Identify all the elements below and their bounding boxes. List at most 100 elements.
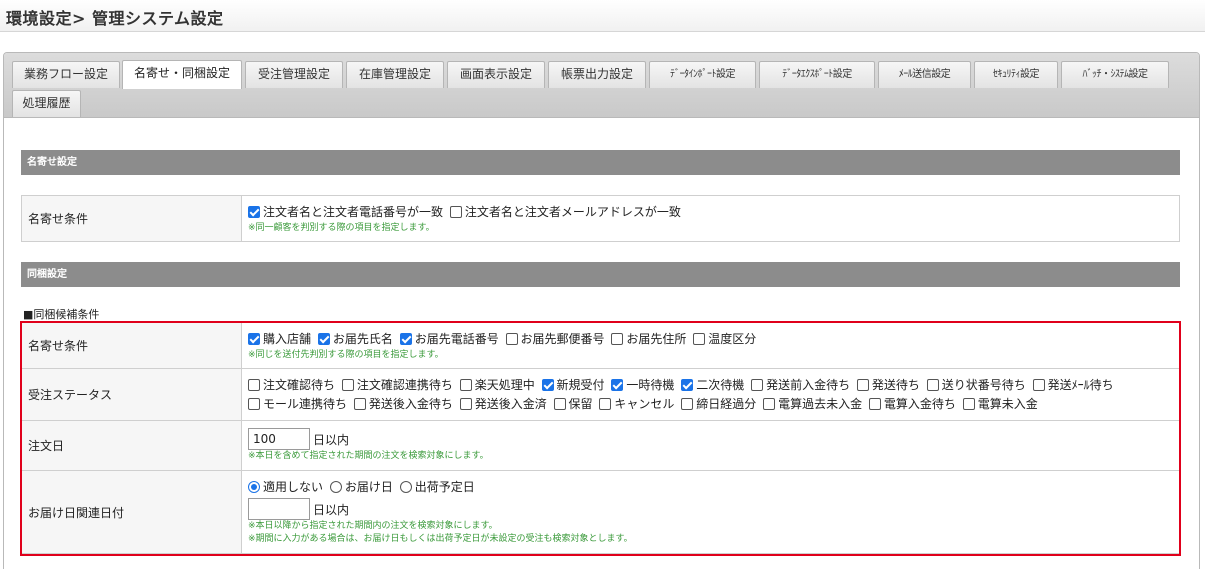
doukon-subsection-title: ■同梱候補条件 [23, 308, 100, 321]
delivery-date-value: 適用しない お届け日 出荷予定日 日以内 ※本日以降から指定された期間内の注文を… [241, 470, 1180, 554]
nayose-section-header: 名寄せ設定 [21, 150, 1180, 175]
radio-option-delivery-date[interactable]: お届け日 [329, 478, 393, 497]
nayose-condition-row: 名寄せ条件 注文者名と注文者電話番号が一致 注文者名と注文者メールアドレスが一致… [21, 195, 1180, 242]
tab-form-output[interactable]: 帳票出力設定 [548, 61, 646, 88]
checkbox-unchecked[interactable] [248, 378, 260, 391]
radio-option-ship-date[interactable]: 出荷予定日 [399, 478, 475, 497]
tab-mail-send[interactable]: ﾒｰﾙ送信設定 [878, 61, 971, 88]
checkbox-unchecked[interactable] [248, 397, 260, 410]
checkbox-unchecked[interactable] [926, 378, 939, 391]
doukon-option-store[interactable]: 購入店舗 [248, 330, 311, 349]
tab-data-export[interactable]: ﾃﾞｰﾀｴｸｽﾎﾟｰﾄ設定 [759, 61, 875, 88]
status-option[interactable]: モール連携待ち [248, 395, 347, 414]
delivery-date-note-2: ※期間に入力がある場合は、お届け日もしくは出荷予定日が未設定の受注も検索対象とし… [248, 534, 633, 544]
nayose-condition-label: 名寄せ条件 [21, 195, 242, 242]
doukon-option-address[interactable]: お届先住所 [611, 330, 686, 349]
checkbox-checked[interactable] [611, 378, 624, 391]
radio-selected[interactable] [248, 481, 260, 493]
status-option[interactable]: 締日経過分 [681, 395, 756, 414]
tab-security[interactable]: ｾｷｭﾘﾃｨ設定 [974, 61, 1058, 88]
status-option[interactable]: 発送後入金待ち [353, 395, 453, 414]
doukon-order-date-row: 注文日 100 日以内 ※本日を含めて指定された期間の注文を検索対象にします。 [21, 420, 1180, 471]
checkbox-checked[interactable] [248, 205, 260, 218]
checkbox-unchecked[interactable] [681, 397, 694, 410]
order-date-label: 注文日 [21, 420, 242, 471]
checkbox-unchecked[interactable] [856, 378, 869, 391]
status-option[interactable]: 新規受付 [541, 376, 605, 395]
delivery-date-note-1: ※本日以降から指定された期間内の注文を検索対象にします。 [248, 521, 498, 531]
doukon-condition-label: 名寄せ条件 [21, 322, 242, 369]
page-title: 環境設定> 管理システム設定 [6, 9, 224, 28]
status-option[interactable]: 楽天処理中 [459, 376, 535, 395]
tab-batch-system[interactable]: ﾊﾞｯﾁ・ｼｽﾃﾑ設定 [1061, 61, 1169, 88]
doukon-condition-note: ※同じを送付先判別する際の項目を指定します。 [248, 349, 444, 360]
checkbox-unchecked[interactable] [341, 378, 354, 391]
nayose-option-email[interactable]: 注文者名と注文者メールアドレスが一致 [449, 203, 681, 222]
status-option[interactable]: 電算入金待ち [868, 395, 956, 414]
doukon-option-phone[interactable]: お届先電話番号 [399, 330, 499, 349]
checkbox-checked[interactable] [317, 332, 330, 345]
checkbox-unchecked[interactable] [505, 332, 518, 345]
checkbox-checked[interactable] [541, 378, 554, 391]
checkbox-unchecked[interactable] [693, 332, 706, 345]
status-option[interactable]: キャンセル [599, 395, 674, 414]
radio-unselected[interactable] [329, 481, 342, 493]
status-option[interactable]: 発送前入金待ち [751, 376, 850, 395]
checkbox-checked[interactable] [248, 332, 260, 345]
tab-processing-history[interactable]: 処理履歴 [12, 90, 81, 117]
status-option[interactable]: 送り状番号待ち [926, 376, 1026, 395]
checkbox-unchecked[interactable] [449, 205, 462, 218]
doukon-status-label: 受注ステータス [21, 368, 242, 421]
tab-nayose-doukon[interactable]: 名寄せ・同梱設定 [122, 60, 242, 89]
checkbox-unchecked[interactable] [459, 378, 472, 391]
nayose-option-phone[interactable]: 注文者名と注文者電話番号が一致 [248, 203, 443, 222]
nayose-note: ※同一顧客を判別する際の項目を指定します。 [248, 222, 435, 233]
nayose-condition-value: 注文者名と注文者電話番号が一致 注文者名と注文者メールアドレスが一致 ※同一顧客… [241, 195, 1180, 242]
radio-option-not-applied[interactable]: 適用しない [248, 478, 323, 497]
checkbox-checked[interactable] [681, 378, 694, 391]
checkbox-unchecked[interactable] [1032, 378, 1045, 391]
status-option[interactable]: 二次待機 [681, 376, 744, 395]
delivery-date-days-input[interactable] [248, 498, 310, 520]
checkbox-unchecked[interactable] [553, 397, 566, 410]
checkbox-unchecked[interactable] [353, 397, 366, 410]
status-option[interactable]: 発送待ち [856, 376, 920, 395]
checkbox-unchecked[interactable] [611, 332, 624, 345]
status-option[interactable]: 電算過去未入金 [763, 395, 862, 414]
checkbox-unchecked[interactable] [459, 397, 472, 410]
tab-business-flow[interactable]: 業務フロー設定 [12, 61, 120, 88]
delivery-date-unit: 日以内 [313, 502, 350, 517]
checkbox-unchecked[interactable] [763, 397, 776, 410]
checkbox-unchecked[interactable] [868, 397, 881, 410]
doukon-section-header: 同梱設定 [21, 262, 1180, 287]
tab-data-import[interactable]: ﾃﾞｰﾀｲﾝﾎﾟｰﾄ設定 [649, 61, 756, 88]
doukon-condition-value: 購入店舗 お届先氏名 お届先電話番号 お届先郵便番号 お届先住所 温度区分 ※同… [241, 322, 1180, 369]
checkbox-unchecked[interactable] [962, 397, 975, 410]
status-option[interactable]: 発送ﾒｰﾙ待ち [1032, 376, 1114, 395]
order-date-note: ※本日を含めて指定された期間の注文を検索対象にします。 [248, 451, 489, 461]
checkbox-unchecked[interactable] [599, 397, 612, 410]
status-option[interactable]: 一時待機 [611, 376, 674, 395]
tab-screen-display[interactable]: 画面表示設定 [447, 61, 545, 88]
doukon-table: 名寄せ条件 購入店舗 お届先氏名 お届先電話番号 お届先郵便番号 お届先住所 温… [21, 322, 1180, 554]
doukon-option-temperature[interactable]: 温度区分 [693, 330, 756, 349]
doukon-option-name[interactable]: お届先氏名 [317, 330, 393, 349]
tab-inventory-management[interactable]: 在庫管理設定 [346, 61, 444, 88]
order-date-unit: 日以内 [313, 432, 350, 447]
status-option[interactable]: 注文確認連携待ち [341, 376, 453, 395]
checkbox-unchecked[interactable] [751, 378, 764, 391]
order-date-days-input[interactable]: 100 [248, 428, 310, 450]
doukon-status-value: 注文確認待ち 注文確認連携待ち 楽天処理中 新規受付 一時待機 二次待機 発送前… [241, 368, 1180, 421]
nayose-table: 名寄せ条件 注文者名と注文者電話番号が一致 注文者名と注文者メールアドレスが一致… [21, 195, 1180, 242]
doukon-condition-row: 名寄せ条件 購入店舗 お届先氏名 お届先電話番号 お届先郵便番号 お届先住所 温… [21, 322, 1180, 369]
doukon-option-zip[interactable]: お届先郵便番号 [505, 330, 605, 349]
status-option[interactable]: 発送後入金済 [459, 395, 547, 414]
status-option[interactable]: 電算未入金 [962, 395, 1038, 414]
doukon-status-row: 受注ステータス 注文確認待ち 注文確認連携待ち 楽天処理中 新規受付 一時待機 … [21, 368, 1180, 421]
radio-unselected[interactable] [399, 481, 412, 493]
tab-order-management[interactable]: 受注管理設定 [245, 61, 343, 88]
doukon-delivery-date-row: お届け日関連日付 適用しない お届け日 出荷予定日 日以内 ※本日以降から指定さ… [21, 470, 1180, 554]
status-option[interactable]: 注文確認待ち [248, 376, 335, 395]
checkbox-checked[interactable] [399, 332, 412, 345]
status-option[interactable]: 保留 [553, 395, 593, 414]
